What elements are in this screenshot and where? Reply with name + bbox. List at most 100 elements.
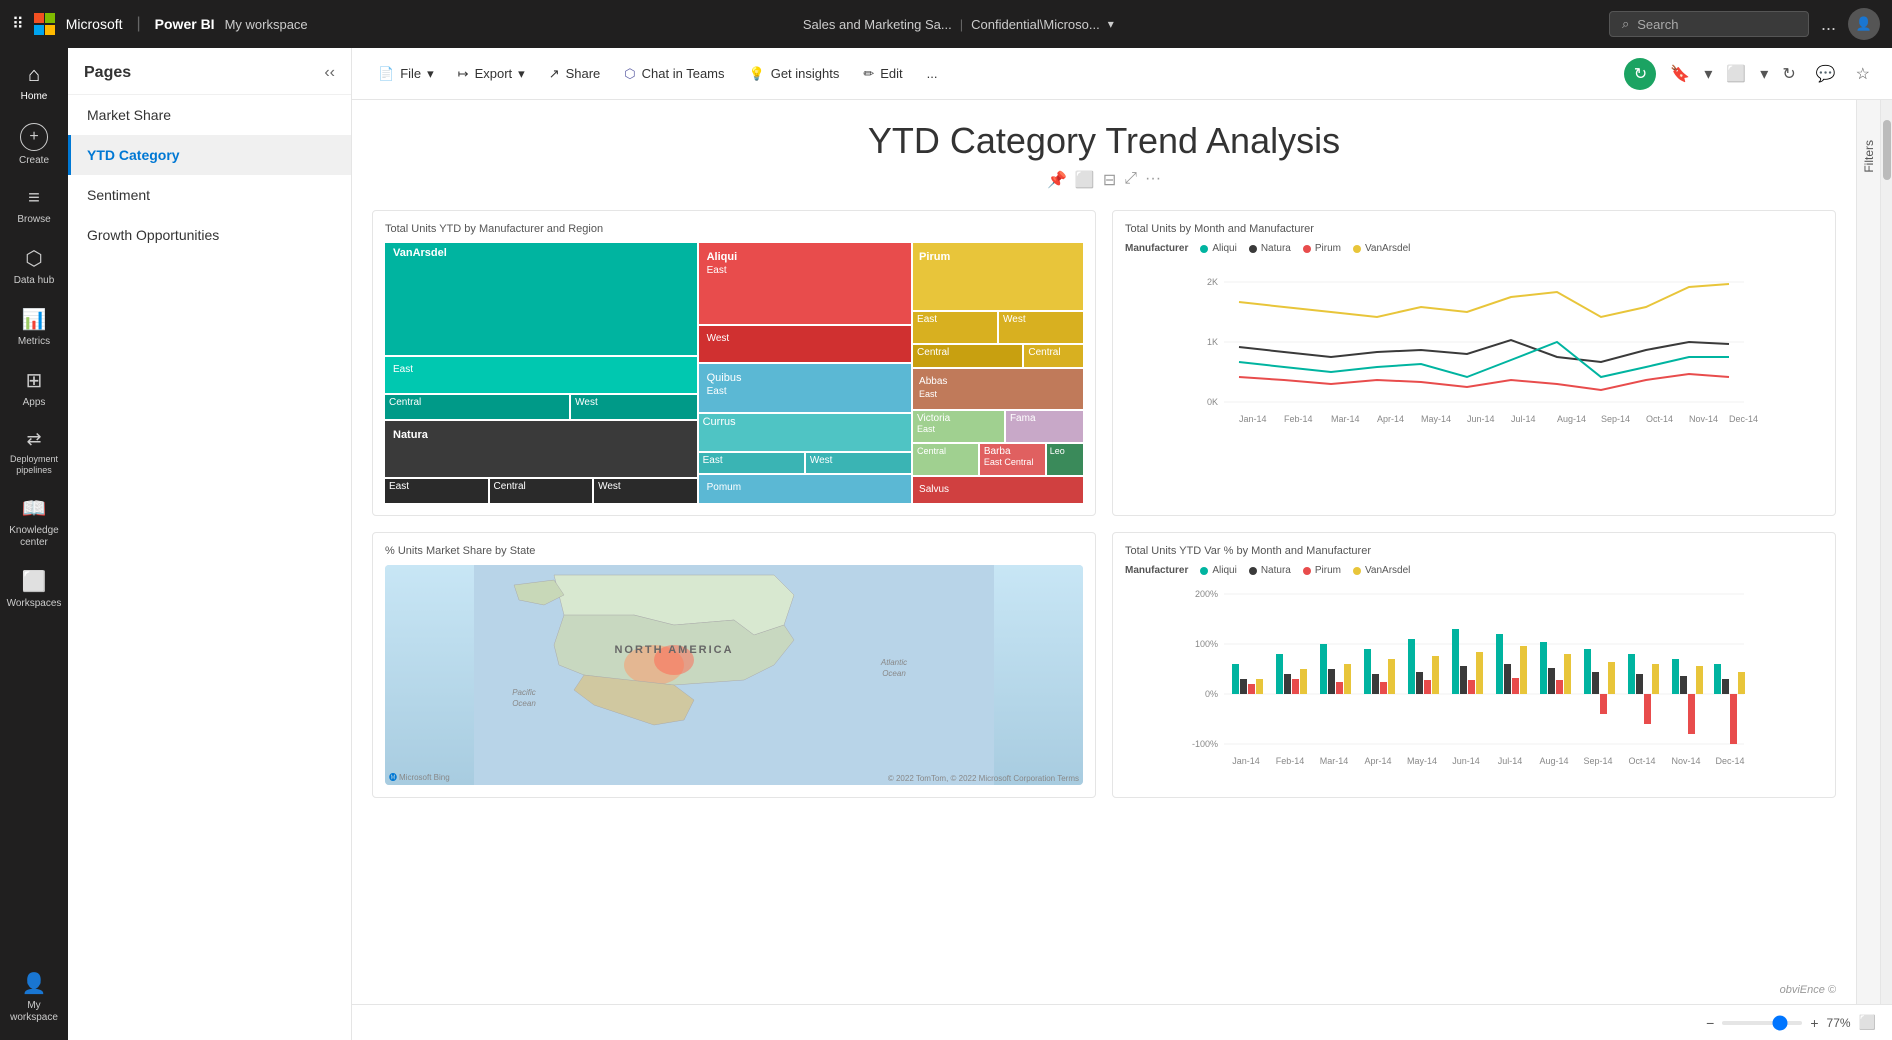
file-label: File [400,66,421,81]
more-options-toolbar-button[interactable]: ... [917,60,948,87]
treemap-cell-barba-etc: Central Barba East Central Leo [913,444,1083,475]
refresh-button[interactable]: ↻ [1624,58,1656,90]
nav-item-datahub[interactable]: ⬡ Data hub [2,238,66,295]
page-item-growth-opportunities[interactable]: Growth Opportunities [68,215,351,255]
zoom-slider[interactable] [1722,1021,1802,1025]
focus-icon[interactable]: ⬜ [1075,170,1095,190]
comment-button[interactable]: 💬 [1810,58,1842,90]
export-button[interactable]: ↦ Export ▾ [448,60,535,88]
export-icon: ↦ [458,66,469,82]
nav-item-deployment[interactable]: ⇄ Deployment pipelines [2,421,66,484]
zoom-in-button[interactable]: + [1810,1015,1818,1031]
bottom-bar: − + 77% ⬜ [352,1004,1892,1040]
bar-may-aliqui [1408,639,1415,694]
avatar[interactable]: 👤 [1848,8,1880,40]
search-box[interactable]: ⌕ Search [1609,11,1809,37]
x-aug: Aug-14 [1557,414,1586,424]
map-visual[interactable]: NORTH AMERICA Pacific Ocean Atlantic Oce… [385,565,1083,785]
pages-collapse-button[interactable]: ‹‹ [324,64,335,82]
sensitivity-chevron-icon[interactable]: ▾ [1108,17,1114,31]
pacific-label: Pacific [512,688,536,697]
nav-label-myworkspace: My workspace [6,1000,62,1024]
nav-item-knowledge[interactable]: 📖 Knowledge center [2,488,66,557]
nav-label-browse: Browse [17,214,50,226]
nav-item-metrics[interactable]: 📊 Metrics [2,299,66,356]
zoom-out-button[interactable]: − [1706,1015,1714,1031]
filters-panel: Filters [1856,100,1880,1004]
bar-x-feb: Feb-14 [1276,756,1305,766]
browse-icon: ≡ [28,187,40,210]
page-item-market-share[interactable]: Market Share [68,95,351,135]
page-label-ytd-category: YTD Category [87,147,180,163]
bookmark-chevron-icon[interactable]: ▾ [1704,64,1712,84]
visual-more-icon[interactable]: ··· [1145,170,1161,190]
nav-label-metrics: Metrics [18,336,50,348]
nav-item-workspaces[interactable]: ⬜ Workspaces [2,561,66,618]
full-refresh-button[interactable]: ↻ [1776,58,1801,90]
left-nav: ⌂ Home + Create ≡ Browse ⬡ Data hub 📊 Me… [0,48,68,1040]
nav-label-knowledge: Knowledge center [6,525,62,549]
obvi-ence-watermark: obviEnce © [1780,984,1836,996]
treemap-cell-aliqui-west: West [699,326,911,362]
bar-jun-vanarsdel [1476,652,1483,694]
bar-x-apr: Apr-14 [1364,756,1391,766]
bar-oct-aliqui [1628,654,1635,694]
x-mar: Mar-14 [1331,414,1360,424]
page-item-sentiment[interactable]: Sentiment [68,175,351,215]
separator: | [960,17,963,32]
right-scrollbar[interactable] [1880,100,1892,1004]
star-button[interactable]: ☆ [1850,58,1876,90]
legend-pirum: Pirum [1303,243,1341,254]
refresh-icon: ↻ [1634,64,1647,84]
treemap-cell-pomum: Pomum [699,475,911,503]
treemap-cell-currus: Currus [699,414,911,450]
nav-item-home[interactable]: ⌂ Home [2,56,66,111]
fit-page-button[interactable]: ⬜ [1859,1014,1876,1031]
get-insights-button[interactable]: 💡 Get insights [739,60,850,88]
nav-item-myworkspace[interactable]: 👤 My workspace [2,963,66,1032]
expand-icon[interactable]: ⤢ [1124,170,1137,190]
chat-in-teams-button[interactable]: ⬡ Chat in Teams [614,60,734,88]
treemap-visual[interactable]: VanArsdel East Central Wes [385,243,1083,503]
share-label: Share [566,66,601,81]
brand-separator: | [137,15,141,33]
y-label-1k: 1K [1207,337,1218,347]
edit-label: Edit [880,66,902,81]
edit-button[interactable]: ✏ Edit [853,60,912,88]
line-vanarsdel [1239,284,1729,317]
bookmark-button[interactable]: 🔖 [1664,58,1696,90]
brand-powerbi: Power BI [155,16,215,32]
view-button[interactable]: ⬜ [1720,58,1752,90]
share-button[interactable]: ↗ Share [539,60,611,88]
filters-label[interactable]: Filters [1862,140,1876,173]
bar-dec-aliqui [1714,664,1721,694]
nav-item-create[interactable]: + Create [2,115,66,175]
bar-x-jun: Jun-14 [1452,756,1480,766]
legend-aliqui: Aliqui [1200,243,1236,254]
bar-x-may: May-14 [1407,756,1437,766]
bar-mar-pirum [1336,682,1343,694]
pin-icon[interactable]: 📌 [1047,170,1067,190]
bar-jun-natura [1460,666,1467,694]
x-oct: Oct-14 [1646,414,1673,424]
toolbar-right: ↻ 🔖 ▾ ⬜ ▾ ↻ 💬 ☆ [1624,58,1876,90]
nav-item-apps[interactable]: ⊞ Apps [2,360,66,417]
filter-visual-icon[interactable]: ⊟ [1103,170,1116,190]
atlantic-label: Atlantic [880,658,907,667]
bar-chart: Total Units YTD Var % by Month and Manuf… [1112,532,1836,798]
bar-may-natura [1416,672,1423,694]
more-options-button[interactable]: ... [1821,14,1836,35]
nav-item-browse[interactable]: ≡ Browse [2,179,66,234]
more-label: ... [927,66,938,81]
map-background: NORTH AMERICA Pacific Ocean Atlantic Oce… [385,565,1083,785]
scrollbar-thumb[interactable] [1883,120,1891,180]
waffle-icon[interactable]: ⠿ [12,14,24,34]
file-button[interactable]: 📄 File ▾ [368,60,444,88]
line-chart: Total Units by Month and Manufacturer Ma… [1112,210,1836,516]
view-chevron-icon[interactable]: ▾ [1760,64,1768,84]
bing-logo: 🅜 [389,772,397,783]
top-bar-center: Sales and Marketing Sa... | Confidential… [320,17,1597,32]
line-pirum [1239,374,1729,390]
page-item-ytd-category[interactable]: YTD Category [68,135,351,175]
page-label-growth-opportunities: Growth Opportunities [87,227,219,243]
